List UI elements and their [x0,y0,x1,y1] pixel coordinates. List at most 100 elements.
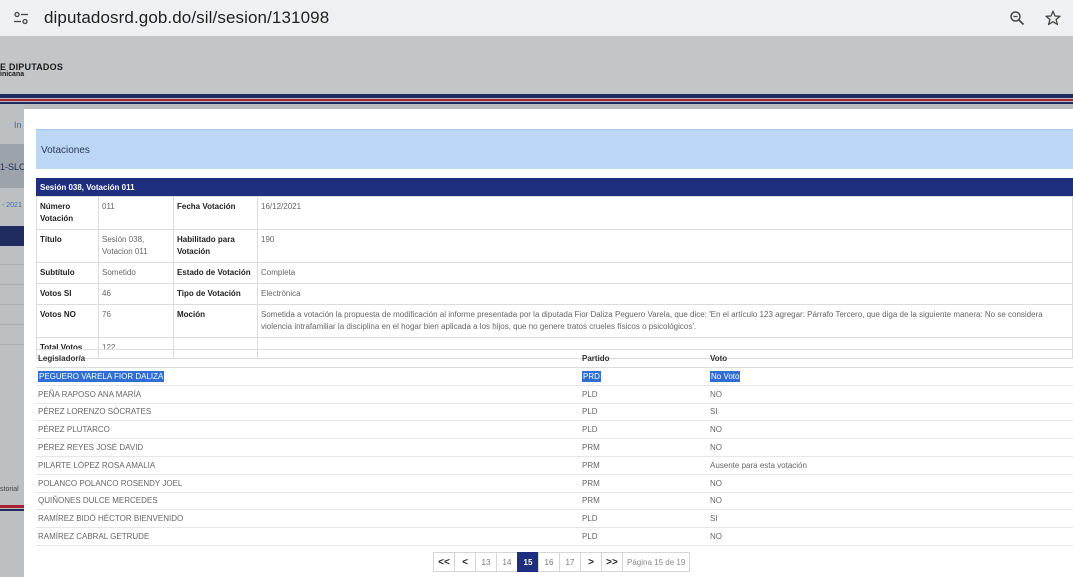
legislator-link[interactable]: PEÑA RAPOSO ANA MARÍA [36,385,580,404]
legislator-link[interactable]: PÉREZ PLUTARCO [36,420,580,440]
header-stripe-blue-thin [0,102,1073,104]
party-cell: PLD [580,403,708,422]
bookmark-star-icon[interactable] [1039,4,1067,32]
party-cell: PLD [580,509,708,529]
info-row: Subtítulo Sometido Estado de Votación Co… [36,262,1073,284]
votos-si-value: 46 [98,283,174,305]
vote-cell: NO [708,438,1073,457]
table-row[interactable]: PÉREZ PLUTARCO PLD NO [36,420,1073,440]
background-divider [0,304,24,305]
legislator-link[interactable]: PÉREZ REYES JOSÉ DAVID [36,438,580,457]
tipo-label: Tipo de Votación [173,283,258,305]
prev-page-button[interactable]: < [454,552,476,572]
background-divider [0,324,24,325]
column-header-voto[interactable]: Voto [708,349,1073,368]
party-cell: PRM [580,492,708,511]
party-cell: PRD [582,370,601,382]
vote-cell: NO [708,492,1073,511]
next-page-button[interactable]: > [580,552,602,572]
site-settings-icon[interactable] [6,3,36,33]
pagination: << < 13 14 15 16 17 > >> Página 15 de 19 [433,552,691,572]
legislator-link[interactable]: PEGUERO VARELA FIOR DALIZA [38,370,165,382]
table-row[interactable]: POLANCO POLANCO ROSENDY JOEL PRM NO [36,474,1073,493]
table-row[interactable]: PILARTE LÓPEZ ROSA AMALIA PRM Ausente pa… [36,456,1073,475]
page-button[interactable]: 17 [559,552,581,572]
tipo-value: Electrónica [257,283,1073,305]
browser-address-bar[interactable]: diputadosrd.gob.do/sil/sesion/131098 [0,0,1073,36]
session-title: Sesión 038, Votación 011 [40,183,135,192]
table-row[interactable]: RAMÍREZ CABRAL GETRUDE PLD NO [36,527,1073,546]
votos-no-value: 76 [98,304,174,338]
estado-label: Estado de Votación [173,262,258,284]
page-button[interactable]: 16 [538,552,560,572]
titulo-value: Sesión 038, Votacion 011 [98,229,174,263]
table-row[interactable]: PÉREZ LORENZO SÓCRATES PLD SI [36,403,1073,422]
votos-no-label: Votos NO [36,304,99,338]
table-row[interactable]: PÉREZ REYES JOSÉ DAVID PRM NO [36,438,1073,457]
table-row[interactable]: RAMÍREZ BIDÓ HÉCTOR BIENVENIDO PLD SI [36,509,1073,529]
background-divider [0,264,24,265]
info-row: Número Votación 011 Fecha Votación 16/12… [36,196,1073,230]
vote-cell: NO [708,420,1073,440]
zoom-icon[interactable] [1003,4,1031,32]
estado-value: Completa [257,262,1073,284]
table-row[interactable]: PEGUERO VARELA FIOR DALIZA PRD No Voto [36,367,1073,386]
table-row[interactable]: QUIÑONES DULCE MERCEDES PRM NO [36,492,1073,511]
party-cell: PLD [580,527,708,546]
background-divider [0,344,24,345]
votaciones-modal: Votaciones Sesión 038, Votación 011 Núme… [24,109,1073,577]
vote-cell: No Voto [710,370,741,382]
footer-stripe-red [0,505,24,508]
legislator-link[interactable]: POLANCO POLANCO ROSENDY JOEL [36,474,580,493]
info-row: Título Sesión 038, Votacion 011 Habilita… [36,229,1073,263]
mocion-value: Sometida a votación la propuesta de modi… [257,304,1073,338]
subtitulo-label: Subtítulo [36,262,99,284]
header-stripe-blue [0,94,1073,98]
background-history-link: storial [0,486,19,493]
legislator-link[interactable]: PILARTE LÓPEZ ROSA AMALIA [36,456,580,475]
modal-header: Votaciones [36,129,1073,169]
session-header-bar: Sesión 038, Votación 011 [36,178,1073,196]
party-cell: PRM [580,438,708,457]
party-cell: PRM [580,474,708,493]
table-row[interactable]: PEÑA RAPOSO ANA MARÍA PLD NO [36,385,1073,404]
party-cell: PRM [580,456,708,475]
party-cell: PLD [580,420,708,440]
info-row: Votos NO 76 Moción Sometida a votación l… [36,304,1073,338]
vote-cell: SI [708,403,1073,422]
background-nav-bar [0,226,24,246]
page-button[interactable]: 14 [496,552,518,572]
current-page-button[interactable]: 15 [517,552,539,572]
legislator-link[interactable]: RAMÍREZ CABRAL GETRUDE [36,527,580,546]
habilitado-label: Habilitado para Votación [173,229,258,263]
party-cell: PLD [580,385,708,404]
first-page-button[interactable]: << [433,552,455,572]
url-text[interactable]: diputadosrd.gob.do/sil/sesion/131098 [44,8,329,28]
titulo-label: Título [36,229,99,263]
votes-table-header: Legislador/a Partido Voto [36,349,1073,368]
column-header-partido[interactable]: Partido [580,349,708,368]
column-header-legislador[interactable]: Legislador/a [36,349,580,368]
background-date: - 2021 - [2,202,27,209]
modal-title: Votaciones [41,145,90,156]
page-button[interactable]: 13 [475,552,497,572]
background-nav-link: In [14,120,22,130]
habilitado-value: 190 [257,229,1073,263]
vote-cell: NO [708,527,1073,546]
background-divider [0,284,24,285]
site-logo-subtext: inicana [0,71,25,78]
info-row: Votos SI 46 Tipo de Votación Electrónica [36,283,1073,305]
mocion-label: Moción [173,304,258,338]
legislator-link[interactable]: QUIÑONES DULCE MERCEDES [36,492,580,511]
page-info: Página 15 de 19 [622,552,691,572]
vote-cell: NO [708,385,1073,404]
footer-stripe-blue [0,509,24,511]
subtitulo-value: Sometido [98,262,174,284]
vote-info-table: Número Votación 011 Fecha Votación 16/12… [36,196,1073,359]
legislator-link[interactable]: RAMÍREZ BIDÓ HÉCTOR BIENVENIDO [36,509,580,529]
last-page-button[interactable]: >> [601,552,623,572]
header-stripe-red [0,99,1073,101]
background-session-code: 1-SLO [0,162,27,172]
legislator-link[interactable]: PÉREZ LORENZO SÓCRATES [36,403,580,422]
numero-value: 011 [98,196,174,230]
